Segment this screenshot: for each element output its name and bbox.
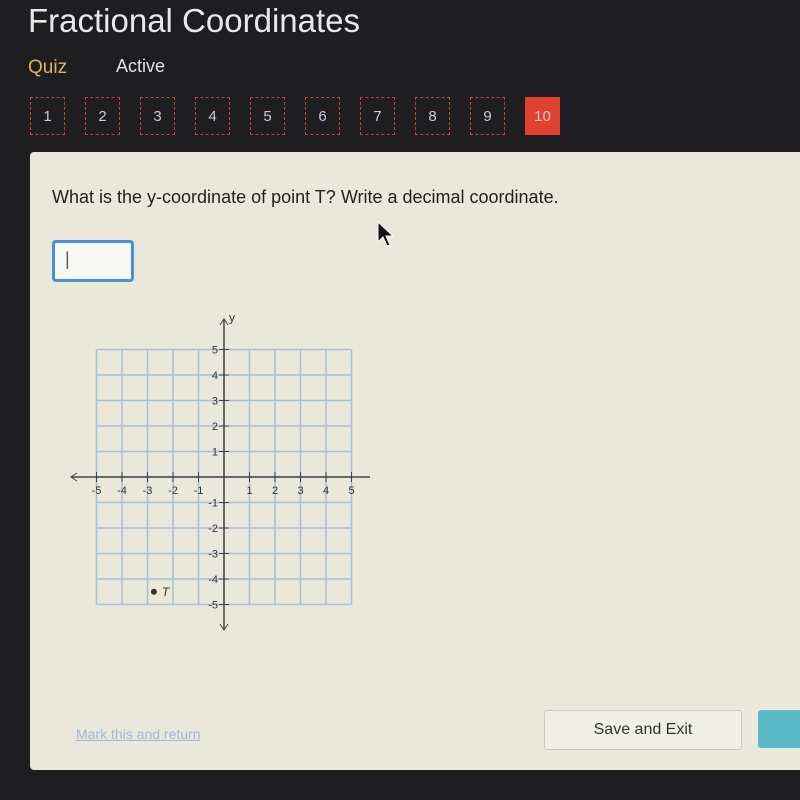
question-nav-item[interactable]: 9 [470, 97, 505, 135]
question-nav-item[interactable]: 2 [85, 97, 120, 135]
y-tick-label: 4 [212, 370, 218, 382]
y-tick-label: 2 [212, 421, 218, 433]
y-axis-label: y [229, 310, 235, 324]
mouse-cursor-icon [377, 220, 395, 247]
y-tick-label: 1 [212, 447, 218, 459]
x-tick-label: -2 [168, 485, 178, 497]
question-nav-item[interactable]: 4 [195, 97, 230, 135]
x-tick-label: 5 [348, 485, 354, 497]
next-button[interactable] [758, 710, 800, 748]
x-tick-label: -4 [117, 485, 127, 497]
coordinate-graph: -5-4-3-2-11234554321-1-2-3-4-5xyT [70, 310, 370, 631]
point-T [150, 588, 157, 595]
y-tick-label: 3 [212, 396, 218, 408]
question-nav-item[interactable]: 5 [250, 97, 285, 135]
x-tick-label: -3 [143, 485, 153, 497]
x-tick-label: 1 [246, 485, 252, 497]
save-and-exit-button[interactable]: Save and Exit [544, 710, 742, 750]
y-tick-label: -3 [208, 549, 218, 561]
question-nav: 1 2 3 4 5 6 7 8 9 10 [30, 97, 560, 135]
y-tick-label: -2 [208, 523, 218, 535]
question-nav-item[interactable]: 10 [525, 97, 560, 135]
question-nav-item[interactable]: 3 [140, 97, 175, 135]
question-text: What is the y-coordinate of point T? Wri… [52, 187, 559, 207]
x-tick-label: -1 [194, 485, 204, 497]
x-tick-label: -5 [92, 485, 102, 497]
y-tick-label: -5 [208, 600, 218, 612]
page-title: Fractional Coordinates [28, 2, 360, 39]
x-tick-label: 2 [272, 485, 278, 497]
y-tick-label: -4 [208, 574, 218, 586]
y-tick-label: -1 [208, 498, 218, 510]
answer-input[interactable]: | [52, 240, 134, 282]
question-nav-item[interactable]: 6 [305, 97, 340, 135]
point-label: T [162, 585, 171, 599]
y-tick-label: 5 [212, 345, 218, 357]
activity-type: Quiz [28, 57, 68, 78]
x-tick-label: 3 [297, 485, 303, 497]
x-tick-label: 4 [323, 485, 329, 497]
question-nav-item[interactable]: 8 [415, 97, 450, 135]
question-nav-item[interactable]: 1 [30, 97, 65, 135]
status-label: Active [116, 56, 166, 76]
question-nav-item[interactable]: 7 [360, 97, 395, 135]
